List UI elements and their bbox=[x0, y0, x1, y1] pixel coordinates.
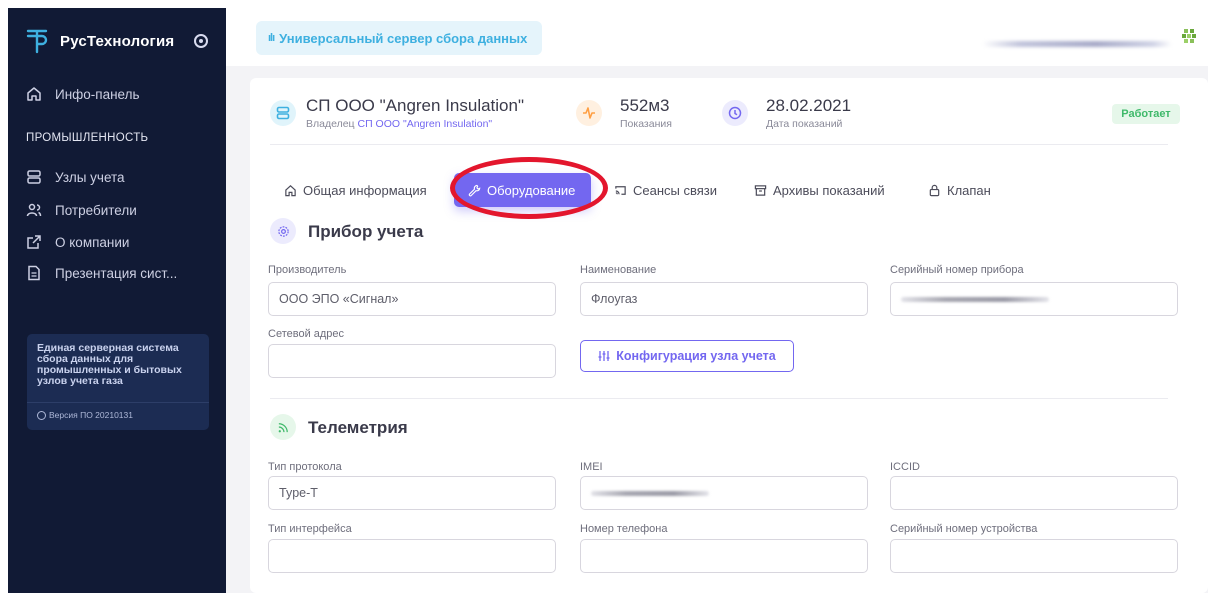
interface-label: Тип интерфейса bbox=[268, 523, 352, 535]
manufacturer-value: ООО ЭПО «Сигнал» bbox=[279, 292, 399, 306]
protocol-value: Type-T bbox=[279, 486, 318, 500]
tab-valve[interactable]: Клапан bbox=[928, 173, 991, 207]
configure-meter-label: Конфигурация узла учета bbox=[616, 349, 776, 363]
server-icon bbox=[270, 100, 296, 126]
phone-label: Номер телефона bbox=[580, 523, 668, 535]
serial-label: Серийный номер прибора bbox=[890, 264, 1024, 276]
sidebar-item-label: Узлы учета bbox=[55, 169, 125, 185]
server-badge[interactable]: ılı Универсальный сервер сбора данных bbox=[256, 21, 542, 55]
topbar: ılı Универсальный сервер сбора данных bbox=[226, 8, 1208, 66]
imei-field[interactable] bbox=[580, 476, 868, 510]
serial-field[interactable] bbox=[890, 282, 1178, 316]
brand-name: РусТехнология bbox=[60, 32, 175, 50]
network-address-label: Сетевой адрес bbox=[268, 328, 345, 340]
sidebar-section-label: ПРОМЫШЛЕННОСТЬ bbox=[26, 132, 149, 144]
date-value: 28.02.2021 bbox=[766, 96, 852, 115]
sidebar-item-presentation[interactable]: Презентация сист... bbox=[26, 265, 177, 281]
meter-details-card: СП ООО "Angren Insulation" Владелец СП О… bbox=[250, 78, 1208, 593]
external-link-icon bbox=[27, 235, 41, 249]
users-icon bbox=[26, 203, 42, 217]
divider bbox=[270, 144, 1168, 145]
activity-icon bbox=[576, 100, 602, 126]
interface-field[interactable] bbox=[268, 539, 556, 573]
sidebar-item-label: Инфо-панель bbox=[55, 86, 140, 102]
main-area: ılı Универсальный сервер сбора данных СП… bbox=[226, 8, 1208, 593]
network-address-field[interactable] bbox=[268, 344, 556, 378]
status-badge: Работает bbox=[1112, 104, 1180, 124]
reading-label: Показания bbox=[620, 118, 672, 130]
info-card: Единая серверная система сбора данных дл… bbox=[27, 334, 209, 430]
file-icon bbox=[28, 265, 40, 281]
device-serial-field[interactable] bbox=[890, 539, 1178, 573]
bar-chart-icon: ılı bbox=[268, 32, 275, 44]
protocol-field[interactable]: Type-T bbox=[268, 476, 556, 510]
page-title: СП ООО "Angren Insulation" bbox=[306, 96, 524, 115]
owner-prefix: Владелец bbox=[306, 118, 355, 130]
protocol-label: Тип протокола bbox=[268, 461, 342, 473]
section-title-telemetry: Телеметрия bbox=[308, 418, 408, 437]
phone-field[interactable] bbox=[580, 539, 868, 573]
sidebar-item-about[interactable]: О компании bbox=[26, 234, 129, 250]
rss-icon bbox=[270, 414, 296, 440]
tab-label: Общая информация bbox=[303, 182, 427, 198]
avatar[interactable] bbox=[1181, 28, 1197, 44]
sliders-icon bbox=[598, 351, 610, 361]
sidebar: РусТехнология Инфо-панель ПРОМЫШЛЕННОСТЬ… bbox=[8, 8, 226, 593]
tab-label: Сеансы связи bbox=[633, 182, 718, 198]
serial-value-blurred bbox=[901, 296, 1049, 302]
manufacturer-field[interactable]: ООО ЭПО «Сигнал» bbox=[268, 282, 556, 316]
reading-value: 552м3 bbox=[620, 96, 670, 115]
divider bbox=[270, 398, 1168, 399]
sidebar-item-label: Презентация сист... bbox=[55, 265, 178, 281]
tab-sessions[interactable]: Сеансы связи bbox=[614, 173, 717, 207]
home-icon bbox=[27, 87, 41, 101]
name-label: Наименование bbox=[580, 264, 657, 276]
name-value: Флоугаз bbox=[591, 292, 638, 306]
home-icon bbox=[285, 184, 296, 196]
iccid-label: ICCID bbox=[890, 461, 920, 473]
archive-icon bbox=[754, 184, 767, 196]
divider bbox=[27, 402, 209, 403]
sidebar-item-meters[interactable]: Узлы учета bbox=[26, 169, 125, 185]
manufacturer-label: Производитель bbox=[268, 264, 347, 276]
tab-label: Архивы показаний bbox=[773, 182, 885, 198]
logo-icon bbox=[26, 29, 48, 54]
imei-value-blurred bbox=[591, 490, 709, 496]
sidebar-item-label: О компании bbox=[55, 234, 130, 250]
version-info: Версия ПО 20210131 bbox=[37, 410, 133, 420]
owner-link[interactable]: СП ООО "Angren Insulation" bbox=[358, 118, 493, 130]
brand[interactable]: РусТехнология bbox=[26, 28, 174, 54]
info-card-text: Единая серверная система сбора данных дл… bbox=[37, 342, 182, 387]
section-title-device: Прибор учета bbox=[308, 222, 424, 241]
iccid-field[interactable] bbox=[890, 476, 1178, 510]
name-field[interactable]: Флоугаз bbox=[580, 282, 868, 316]
sidebar-item-consumers[interactable]: Потребители bbox=[26, 202, 137, 218]
tab-general-info[interactable]: Общая информация bbox=[284, 173, 427, 207]
info-icon bbox=[37, 410, 46, 420]
date-label: Дата показаний bbox=[766, 118, 843, 130]
server-label: Универсальный сервер сбора данных bbox=[279, 30, 528, 46]
server-icon bbox=[27, 170, 41, 184]
sidebar-item-dashboard[interactable]: Инфо-панель bbox=[26, 86, 140, 102]
tab-archives[interactable]: Архивы показаний bbox=[754, 173, 885, 207]
tab-label: Клапан bbox=[947, 182, 991, 198]
sidebar-item-label: Потребители bbox=[55, 202, 137, 218]
highlight-circle bbox=[450, 157, 608, 219]
configure-meter-button[interactable]: Конфигурация узла учета bbox=[580, 340, 794, 372]
user-name-blurred[interactable] bbox=[982, 41, 1172, 47]
gear-icon bbox=[270, 218, 296, 244]
imei-label: IMEI bbox=[580, 461, 603, 473]
lock-icon bbox=[929, 184, 940, 196]
owner-line: Владелец СП ООО "Angren Insulation" bbox=[306, 118, 492, 130]
sidebar-toggle-icon[interactable] bbox=[194, 34, 208, 48]
clock-icon bbox=[722, 100, 748, 126]
device-serial-label: Серийный номер устройства bbox=[890, 523, 1038, 535]
version-label: Версия ПО 20210131 bbox=[49, 410, 133, 420]
cast-icon bbox=[615, 185, 626, 195]
